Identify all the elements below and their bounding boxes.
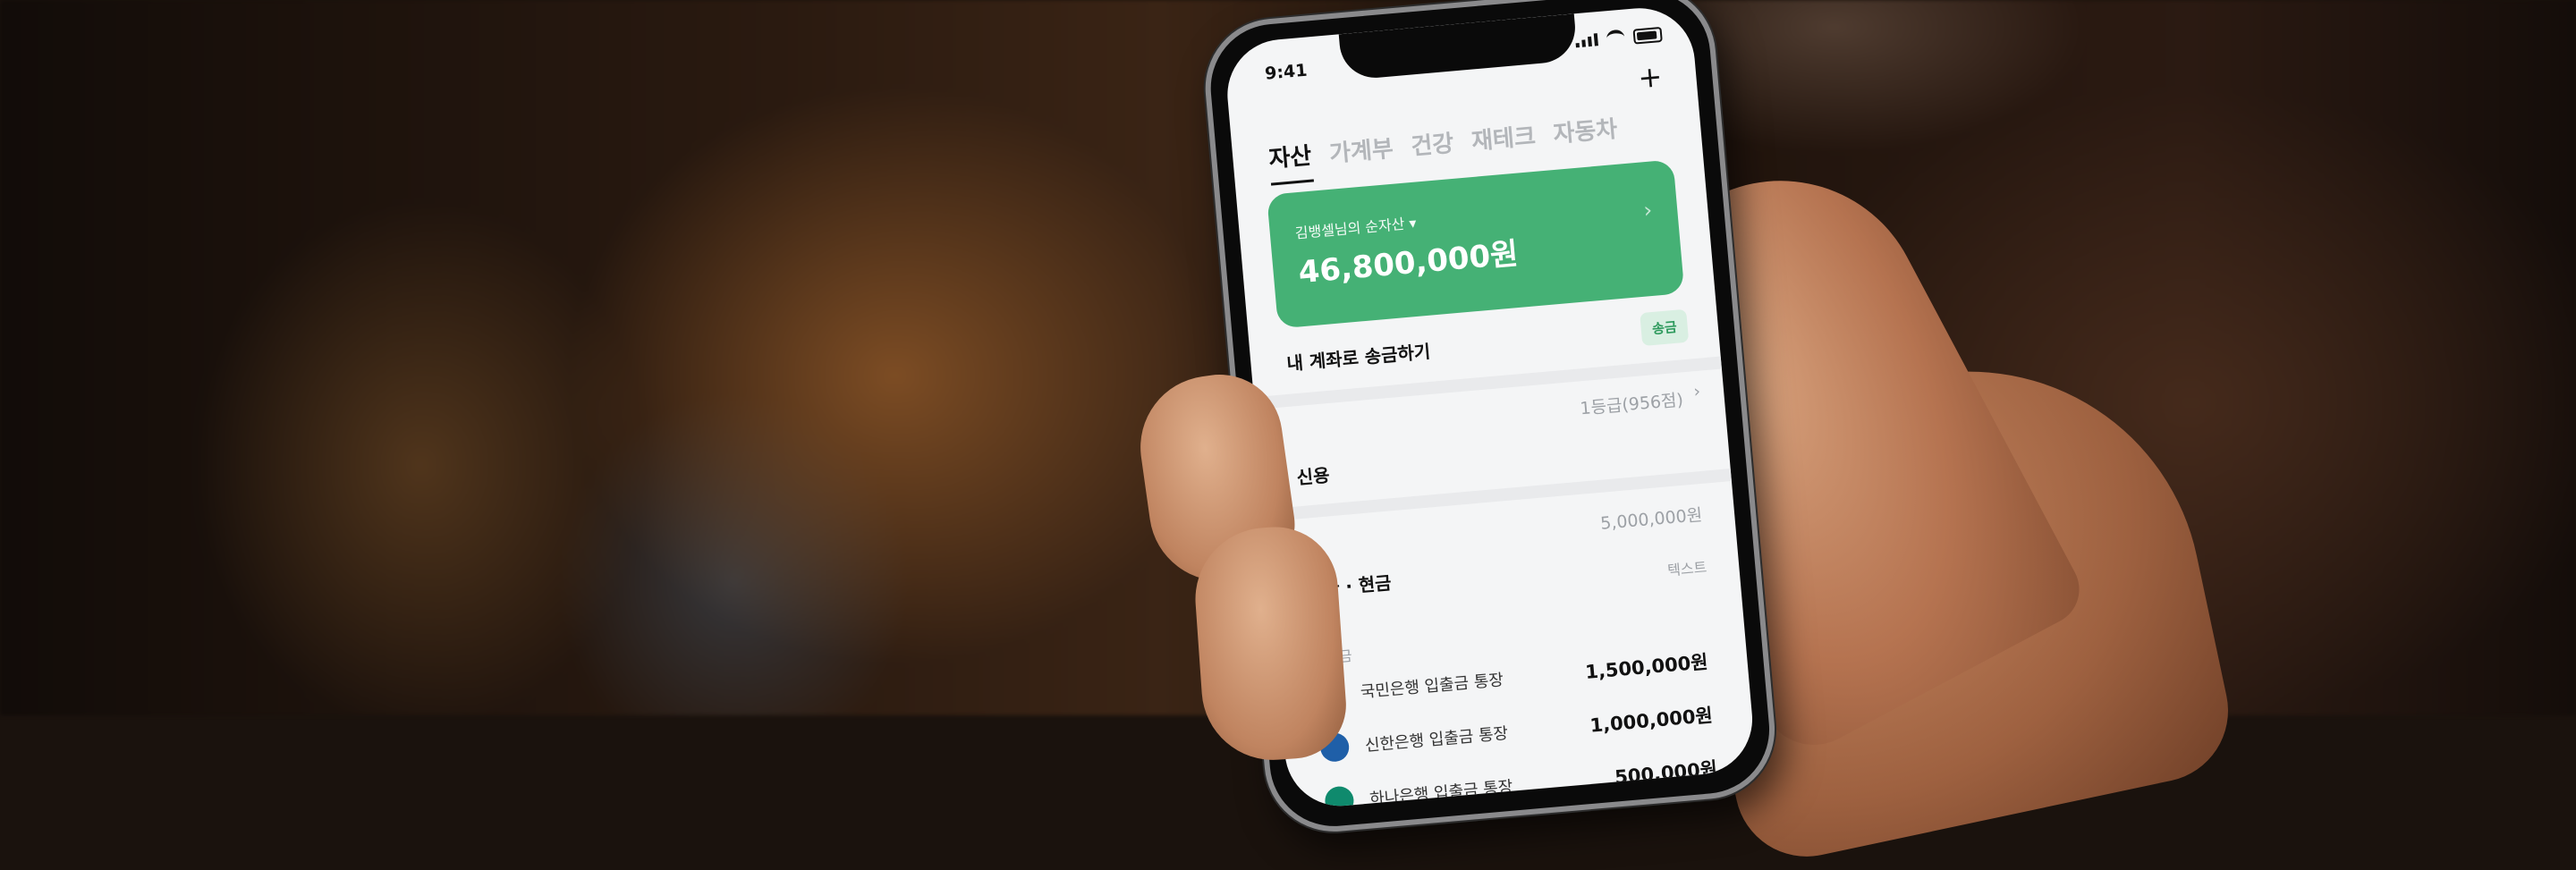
- status-time: 9:41: [1264, 60, 1309, 84]
- account-name: 신한은행 입출금 통장: [1364, 723, 1509, 756]
- wifi-icon: [1606, 29, 1625, 47]
- status-icons: [1575, 26, 1663, 49]
- account-amount: 500,000원: [1614, 757, 1718, 789]
- credit-grade[interactable]: 1등급(956점): [1579, 386, 1684, 419]
- signal-icon: [1575, 33, 1598, 48]
- account-amount: 1,500,000원: [1584, 651, 1709, 684]
- tab-car[interactable]: 자동차: [1552, 111, 1620, 161]
- notch: [1338, 13, 1579, 81]
- account-name: 국민은행 입출금 통장: [1360, 671, 1504, 703]
- account-row[interactable]: 신한은행 입출금 통장 1,000,000원: [1318, 700, 1714, 764]
- tab-budget[interactable]: 가계부: [1327, 131, 1395, 181]
- account-name: 하나은행 입출금 통장: [1368, 777, 1514, 809]
- tab-assets[interactable]: 자산: [1267, 137, 1314, 186]
- chevron-right-icon: ›: [1642, 197, 1654, 224]
- hand-finger: [1191, 522, 1350, 765]
- net-worth-label: 김뱅셀님의 순자산 ▾: [1294, 214, 1418, 242]
- send-button[interactable]: 송금: [1640, 308, 1690, 347]
- accounts-total: 5,000,000원: [1599, 505, 1704, 534]
- account-row[interactable]: 국민은행 입출금 통장 1,500,000원: [1314, 646, 1709, 710]
- hana-bank-logo-icon: [1324, 785, 1355, 811]
- transfer-to-my-account[interactable]: 내 계좌로 송금하기: [1285, 337, 1432, 376]
- tab-investment[interactable]: 재테크: [1470, 118, 1538, 168]
- add-icon[interactable]: +: [1637, 59, 1664, 95]
- chevron-right-icon: ›: [1692, 381, 1702, 402]
- tab-health[interactable]: 건강: [1410, 125, 1456, 173]
- net-worth-card[interactable]: 김뱅셀님의 순자산 ▾ 46,800,000원 ›: [1267, 159, 1685, 329]
- accounts-tag: 텍스트: [1666, 558, 1708, 579]
- credit-title: 신용: [1295, 464, 1331, 489]
- account-amount: 1,000,000원: [1589, 704, 1714, 737]
- battery-icon: [1632, 26, 1663, 45]
- account-row[interactable]: 하나은행 입출금 통장 500,000원: [1324, 754, 1718, 811]
